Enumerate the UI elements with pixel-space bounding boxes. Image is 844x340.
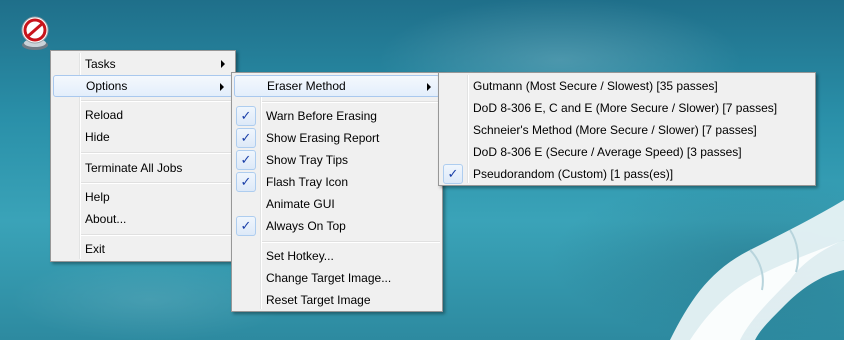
menu-item-gutmann[interactable]: Gutmann (Most Secure / Slowest) [35 pass… (441, 75, 813, 97)
menu-item-hide[interactable]: Hide (53, 126, 233, 148)
menu-item-reset-target-label: Reset Target Image (266, 293, 371, 307)
eraser-app-icon[interactable] (16, 14, 54, 52)
menu-item-exit-label: Exit (85, 242, 106, 256)
checkmark-icon: ✓ (236, 150, 256, 170)
menu-item-options[interactable]: Options (53, 75, 233, 97)
menu-item-dod-3-pass[interactable]: DoD 8-306 E (Secure / Average Speed) [3 … (441, 141, 813, 163)
menu-item-terminate-all-jobs[interactable]: Terminate All Jobs (53, 157, 233, 179)
menu-item-terminate-label: Terminate All Jobs (85, 161, 183, 175)
checkmark-icon: ✓ (236, 172, 256, 192)
menu-item-hotkey-label: Set Hotkey... (266, 249, 334, 263)
menu-item-flash-tray-icon[interactable]: ✓ Flash Tray Icon (234, 171, 440, 193)
menu-item-show-erasing-report[interactable]: ✓ Show Erasing Report (234, 127, 440, 149)
menu-item-change-target-image[interactable]: Change Target Image... (234, 267, 440, 289)
menu-item-help-label: Help (85, 190, 110, 204)
menu-item-flash-label: Flash Tray Icon (266, 175, 349, 189)
menu-separator (262, 101, 440, 103)
checkmark-icon: ✓ (236, 128, 256, 148)
menu-separator (262, 241, 440, 243)
menu-item-reload[interactable]: Reload (53, 104, 233, 126)
menu-item-exit[interactable]: Exit (53, 238, 233, 260)
submenu-arrow-icon (220, 83, 224, 91)
menu-item-tasks[interactable]: Tasks (53, 53, 233, 75)
menu-item-tasks-label: Tasks (85, 57, 116, 71)
menu-item-report-label: Show Erasing Report (266, 131, 380, 145)
context-menu-eraser-method: Gutmann (Most Secure / Slowest) [35 pass… (438, 72, 816, 186)
menu-item-hide-label: Hide (85, 130, 110, 144)
menu-item-pseudorandom[interactable]: ✓ Pseudorandom (Custom) [1 pass(es)] (441, 163, 813, 185)
menu-item-change-target-label: Change Target Image... (266, 271, 392, 285)
menu-item-reset-target-image[interactable]: Reset Target Image (234, 289, 440, 311)
checkmark-icon: ✓ (236, 106, 256, 126)
checkmark-icon: ✓ (236, 216, 256, 236)
menu-separator (81, 100, 233, 102)
menu-item-show-tray-tips[interactable]: ✓ Show Tray Tips (234, 149, 440, 171)
menu-item-warn-before-erasing[interactable]: ✓ Warn Before Erasing (234, 105, 440, 127)
menu-item-schneier[interactable]: Schneier's Method (More Secure / Slower)… (441, 119, 813, 141)
menu-item-dod-7-pass[interactable]: DoD 8-306 E, C and E (More Secure / Slow… (441, 97, 813, 119)
menu-item-always-on-top[interactable]: ✓ Always On Top (234, 215, 440, 237)
submenu-arrow-icon (427, 83, 431, 91)
menu-item-tray-tips-label: Show Tray Tips (266, 153, 349, 167)
wing-image (670, 200, 844, 340)
menu-item-eraser-method-label: Eraser Method (267, 79, 346, 93)
menu-item-always-on-top-label: Always On Top (266, 219, 346, 233)
menu-separator (81, 152, 233, 154)
menu-item-animate-label: Animate GUI (266, 197, 335, 211)
menu-item-pseudorandom-label: Pseudorandom (Custom) [1 pass(es)] (473, 167, 674, 181)
menu-item-reload-label: Reload (85, 108, 124, 122)
menu-item-warn-label: Warn Before Erasing (266, 109, 377, 123)
menu-item-options-label: Options (86, 79, 128, 93)
menu-item-dod-3-label: DoD 8-306 E (Secure / Average Speed) [3 … (473, 145, 742, 159)
menu-separator (81, 182, 233, 184)
menu-item-set-hotkey[interactable]: Set Hotkey... (234, 245, 440, 267)
menu-item-about[interactable]: About... (53, 208, 233, 230)
menu-item-about-label: About... (85, 212, 127, 226)
context-menu-options: Eraser Method ✓ Warn Before Erasing ✓ Sh… (231, 72, 443, 312)
checkmark-icon: ✓ (443, 164, 463, 184)
context-menu-main: Tasks Options Reload Hide Terminate All … (50, 50, 236, 262)
menu-item-dod-7-label: DoD 8-306 E, C and E (More Secure / Slow… (473, 101, 778, 115)
menu-item-help[interactable]: Help (53, 186, 233, 208)
menu-item-animate-gui[interactable]: Animate GUI (234, 193, 440, 215)
menu-item-gutmann-label: Gutmann (Most Secure / Slowest) [35 pass… (473, 79, 718, 93)
submenu-arrow-icon (221, 60, 225, 68)
menu-item-schneier-label: Schneier's Method (More Secure / Slower)… (473, 123, 757, 137)
menu-item-eraser-method[interactable]: Eraser Method (234, 75, 440, 97)
menu-separator (81, 234, 233, 236)
